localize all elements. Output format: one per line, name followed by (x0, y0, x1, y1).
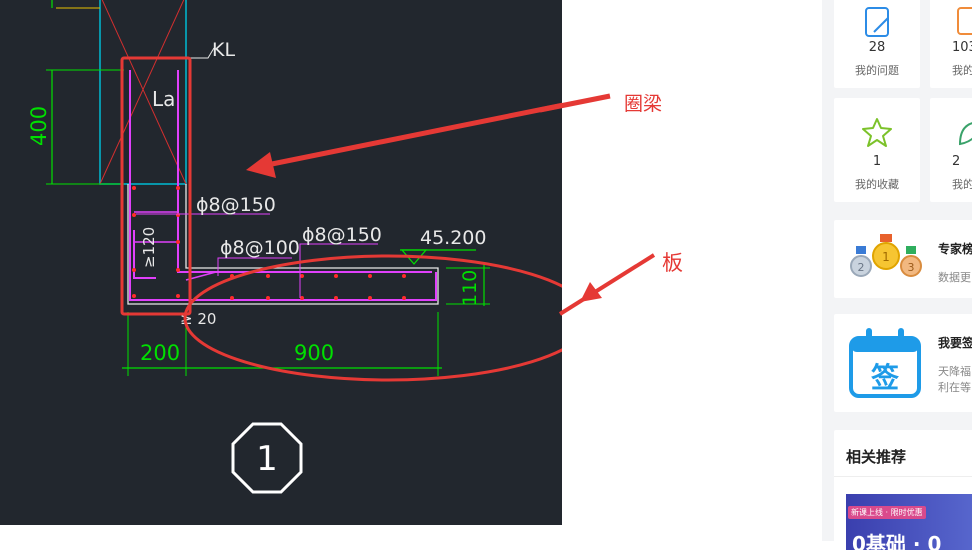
stat-label: 我的 (952, 178, 972, 191)
expert-ranking-title: 专家榜 (938, 242, 972, 256)
recommend-title: 相关推荐 (846, 448, 907, 466)
sign-in-card[interactable]: 签 我要签 天降福 利在等 (834, 314, 972, 412)
rebar-leader (217, 257, 292, 276)
calendar-icon-char: 签 (870, 361, 899, 394)
stat-count: 1 (872, 154, 882, 169)
leaf-icon (930, 108, 972, 148)
star-icon (834, 108, 920, 148)
stat-my-other-2[interactable]: 2 我的 (930, 98, 972, 202)
stat-count: 28 (868, 40, 886, 55)
rebar-spec-3: ϕ8@150 (302, 224, 382, 246)
rebar-spec-1: ϕ8@150 (196, 194, 276, 216)
elevation-value: 45.200 (420, 227, 486, 249)
svg-text:2: 2 (858, 261, 865, 274)
la-label: La (152, 87, 175, 111)
arrow-head (580, 282, 602, 302)
section-number: 1 (256, 439, 278, 479)
medals-icon: 2 1 3 (848, 232, 924, 282)
kl-label: KL (212, 39, 235, 61)
stat-label: 我的问题 (855, 64, 899, 77)
stat-label: 我的收藏 (855, 178, 899, 191)
stat-my-favorites[interactable]: 1 我的收藏 (834, 98, 920, 202)
recommend-section: 相关推荐 新课上线 · 限时优惠 0基础 · 0 (834, 430, 972, 550)
annotation-slab: 板 (662, 251, 683, 275)
stat-my-questions[interactable]: 28 我的问题 (834, 0, 920, 88)
dim-110: 110 (459, 270, 481, 306)
banner-tag: 新课上线 · 限时优惠 (848, 506, 926, 519)
sign-in-desc-line1: 天降福 (938, 365, 971, 378)
cad-drawing-panel: KL La ϕ8@150 ϕ8@100 ϕ8@150 ≥120 ≥ 20 45.… (0, 0, 562, 525)
right-sidebar: 28 我的问题 103 我的 1 我的收藏 2 我的 2 (822, 0, 972, 550)
banner-text: 0基础 · 0 (852, 532, 942, 550)
arrow-head (246, 152, 276, 178)
dim-120: ≥120 (140, 227, 158, 268)
document-icon (930, 0, 972, 40)
markup-arrow-beam (261, 102, 562, 169)
svg-text:3: 3 (908, 261, 915, 274)
stat-count: 2 (952, 154, 961, 169)
calendar-icon: 签 (848, 326, 922, 398)
markup-arrow-slab-tail (558, 253, 656, 316)
svg-text:1: 1 (882, 250, 890, 264)
markup-ellipse (183, 254, 562, 382)
stat-my-other[interactable]: 103 我的 (930, 0, 972, 88)
dim-900: 900 (294, 341, 334, 365)
cad-drawing: KL La ϕ8@150 ϕ8@100 ϕ8@150 ≥120 ≥ 20 45.… (27, 0, 562, 494)
document-edit-icon (834, 0, 920, 40)
rebar-spec-2: ϕ8@100 (220, 237, 300, 259)
dim-200: 200 (140, 341, 180, 365)
sign-in-desc-line2: 利在等 (938, 381, 971, 394)
sign-in-title: 我要签 (938, 336, 972, 350)
dim-400: 400 (27, 106, 51, 146)
stat-count: 103 (952, 40, 972, 55)
divider (834, 476, 972, 477)
annotation-ring-beam: 圈梁 (624, 93, 662, 115)
expert-ranking-card[interactable]: 2 1 3 专家榜 数据更 (834, 220, 972, 298)
stat-label: 我的 (952, 64, 972, 77)
course-banner[interactable]: 新课上线 · 限时优惠 0基础 · 0 (846, 494, 972, 550)
expert-ranking-desc: 数据更 (938, 271, 971, 284)
